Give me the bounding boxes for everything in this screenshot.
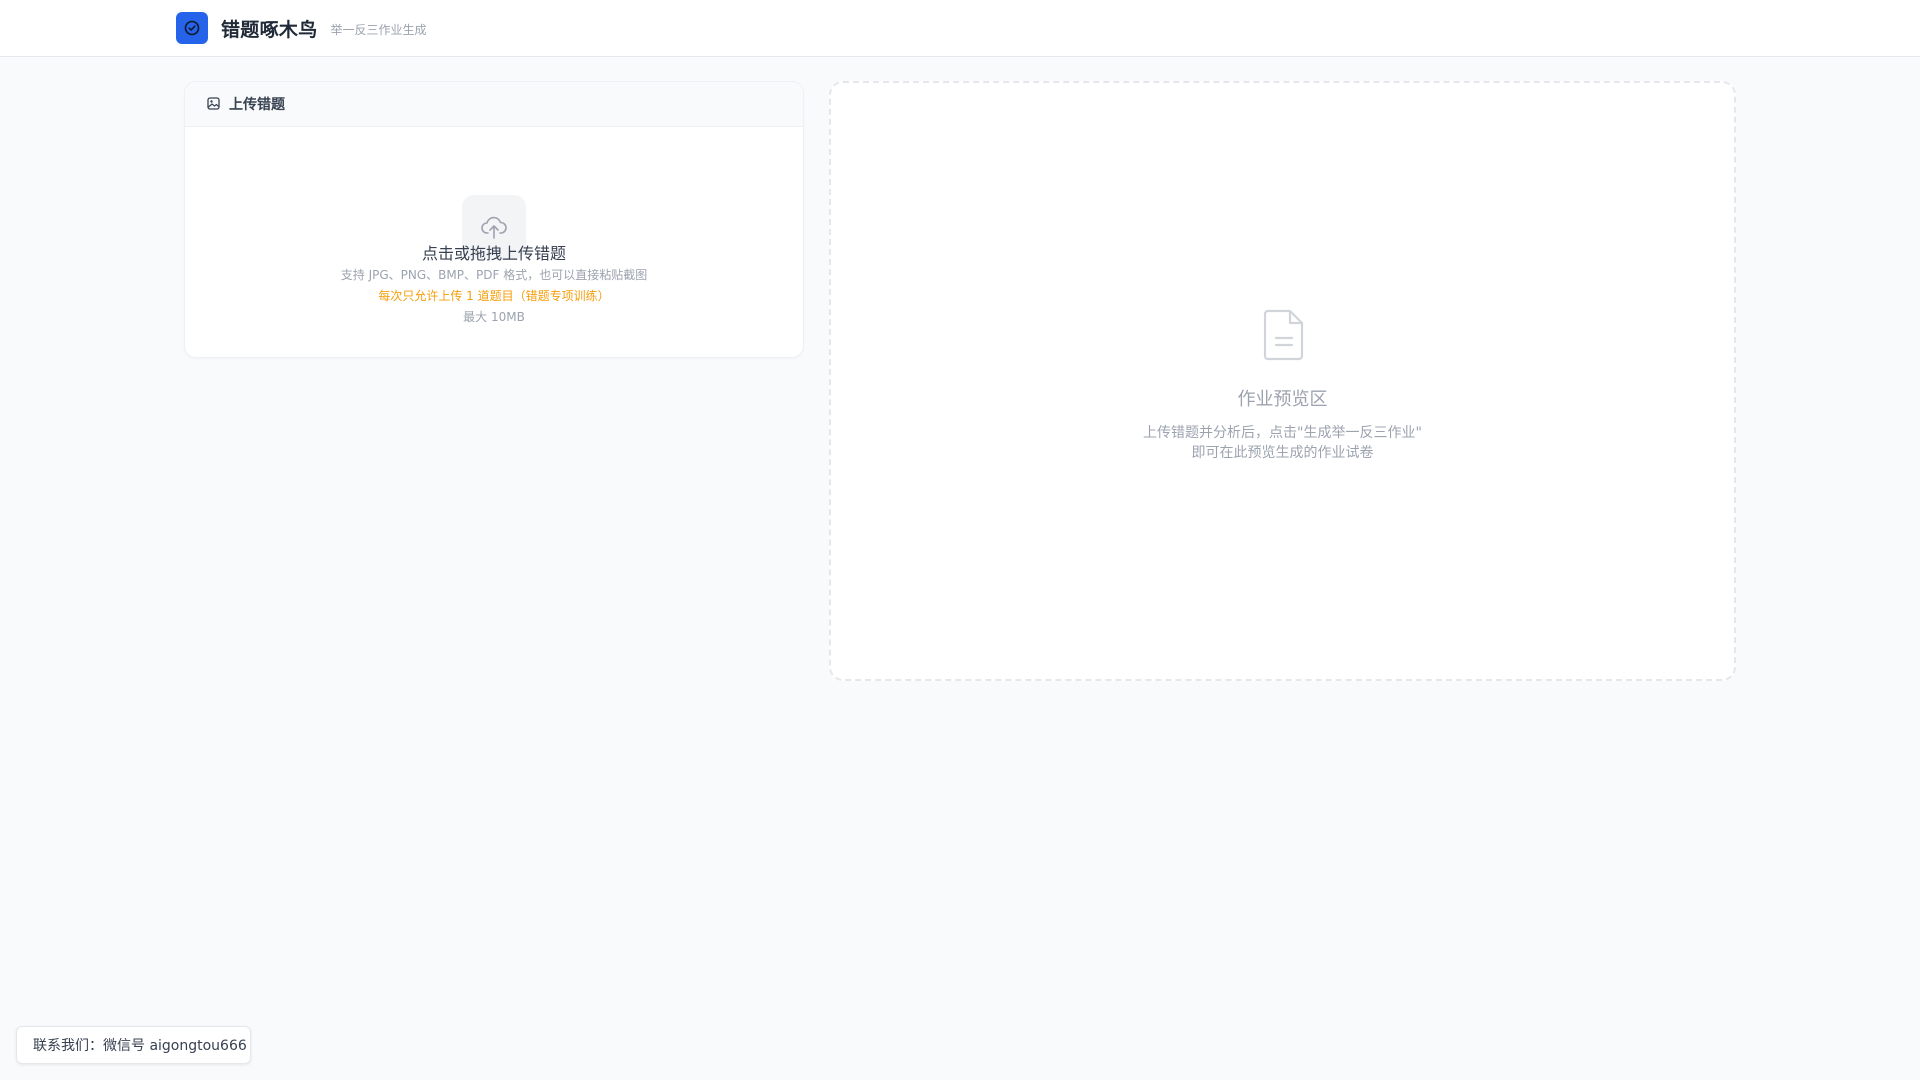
upload-card-header: 上传错题 [185, 82, 803, 127]
check-circle-icon [176, 12, 208, 44]
document-icon [1262, 308, 1306, 362]
app-header: 错题啄木鸟 举一反三作业生成 [0, 0, 1920, 57]
preview-title: 作业预览区 [1237, 389, 1328, 410]
upload-card-title: 上传错题 [229, 97, 285, 113]
upload-size-text: 最大 10MB [463, 310, 525, 324]
upload-drop-zone[interactable]: 点击或拖拽上传错题 支持 JPG、PNG、BMP、PDF 格式，也可以直接粘贴截… [185, 127, 803, 357]
app-subtitle: 举一反三作业生成 [330, 22, 427, 37]
upload-limit-text: 每次只允许上传 1 道题目（错题专项训练） [378, 289, 610, 303]
upload-formats-text: 支持 JPG、PNG、BMP、PDF 格式，也可以直接粘贴截图 [340, 268, 648, 282]
preview-area: 作业预览区 上传错题并分析后，点击"生成举一反三作业" 即可在此预览生成的作业试… [829, 81, 1736, 681]
brand[interactable]: 错题啄木鸟 举一反三作业生成 [176, 12, 427, 44]
contact-badge[interactable]: 联系我们：微信号 aigongtou666 [16, 1026, 251, 1064]
app-title: 错题啄木鸟 [221, 18, 318, 41]
upload-card: 上传错题 点击或拖拽上传错题 支持 JPG、PNG、BMP、PDF 格式，也可以… [184, 81, 804, 358]
preview-description-line2: 即可在此预览生成的作业试卷 [1191, 445, 1374, 461]
image-icon [207, 95, 220, 114]
upload-main-text: 点击或拖拽上传错题 [421, 244, 566, 263]
preview-description-line1: 上传错题并分析后，点击"生成举一反三作业" [1143, 425, 1422, 441]
